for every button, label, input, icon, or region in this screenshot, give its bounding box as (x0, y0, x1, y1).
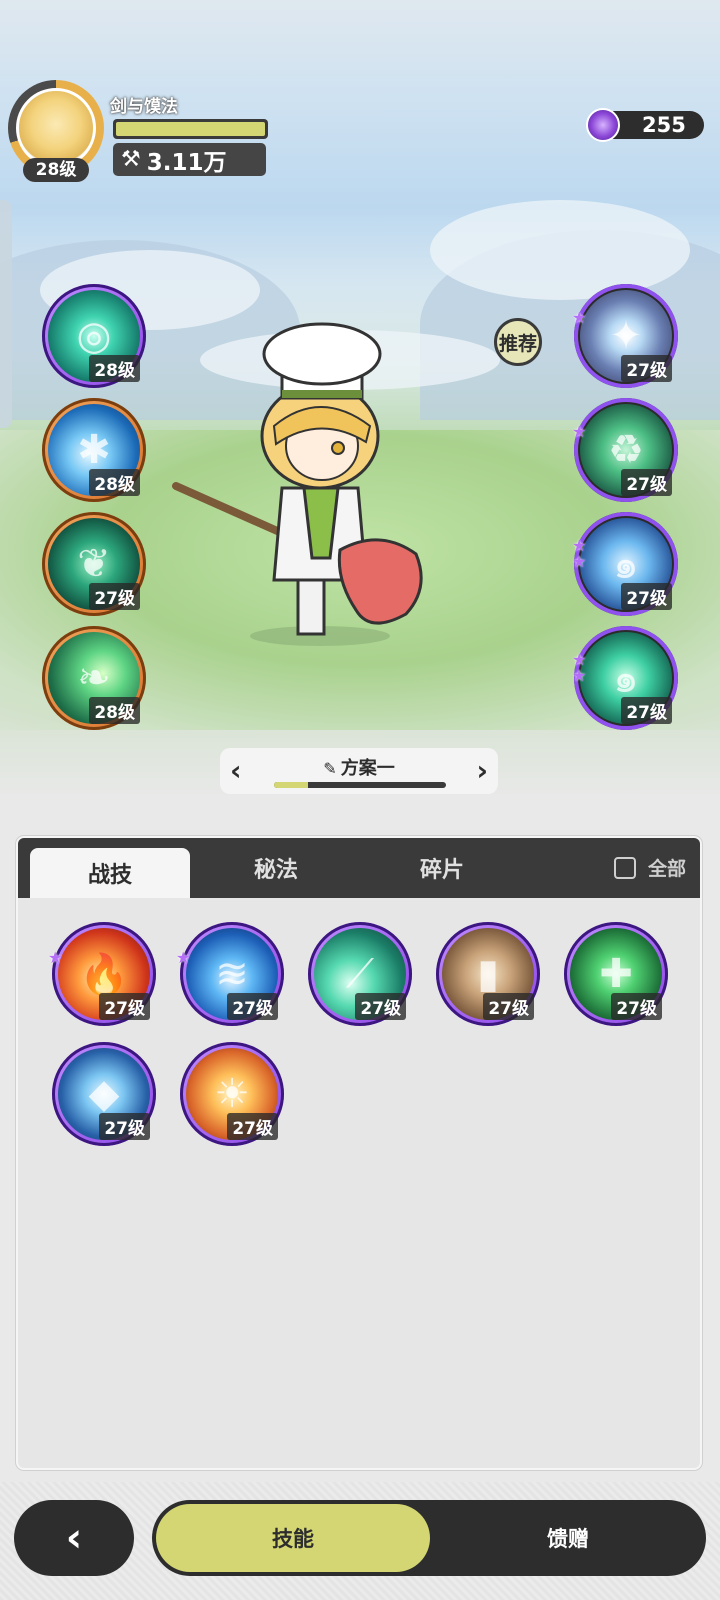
avatar-level-badge: 28级 (23, 158, 89, 182)
tab-secret-arts[interactable]: 秘法 (196, 838, 356, 898)
crossed-tools-icon: ⚒ (121, 147, 141, 172)
tab-shards[interactable]: 碎片 (362, 838, 522, 898)
side-drawer-handle[interactable] (0, 200, 12, 428)
show-all-label: 全部 (647, 858, 686, 880)
rank-star-icon: ★ (572, 308, 587, 327)
skill-level: 27级 (99, 1113, 150, 1140)
combat-power-value: 3.11万 (146, 149, 227, 176)
loadout-name: 方案一 (340, 758, 395, 779)
currency-counter[interactable]: 255 (586, 108, 704, 142)
grid-skill-7[interactable]: ☀ 27级 (180, 1042, 284, 1146)
tab-battle-skills[interactable]: 战技 (30, 848, 190, 898)
chef-character (170, 318, 450, 648)
skill-level: 27级 (483, 993, 534, 1020)
skill-level: 27级 (355, 993, 406, 1020)
equipped-skill-right-1[interactable]: ✦ ★ 27级 (572, 284, 678, 388)
skill-level: 27级 (611, 993, 662, 1020)
player-name: 剑与馍法 (110, 97, 178, 117)
grid-skill-3[interactable]: ⟋ 27级 (308, 922, 412, 1026)
equipped-skill-left-3[interactable]: ❦ 27级 (42, 512, 146, 616)
skill-level: 28级 (89, 469, 140, 496)
checkbox-icon[interactable] (613, 856, 636, 879)
chevron-left-icon: ‹ (65, 1515, 83, 1561)
equipped-skill-right-4[interactable]: ๑ ★ ★ 27级 (572, 626, 678, 730)
skill-level: 27级 (621, 469, 672, 496)
recommend-badge[interactable]: 推荐 (494, 318, 542, 366)
skill-level: 27级 (89, 583, 140, 610)
pencil-icon: ✎ (323, 759, 337, 778)
skill-level: 28级 (89, 697, 140, 724)
avatar-portrait (16, 88, 96, 168)
rank-star-icon: ★ (48, 948, 63, 967)
skill-level: 27级 (99, 993, 150, 1020)
loadout-progress-fill (274, 782, 309, 788)
skill-inventory-panel: 战技 秘法 碎片 全部 🔥 ★ 27级 ≋ ★ 27级 ⟋ 27级 ▮ 27级 … (16, 836, 702, 1470)
rank-star-icon: ★ (572, 552, 587, 571)
loadout-title[interactable]: ✎ 方案一 (220, 754, 498, 780)
skill-level: 27级 (621, 697, 672, 724)
player-avatar[interactable]: 28级 (8, 80, 104, 182)
equipped-skill-left-2[interactable]: ✱ 28级 (42, 398, 146, 502)
grid-skill-1[interactable]: 🔥 ★ 27级 (48, 922, 156, 1026)
grid-skill-6[interactable]: ◆ 27级 (52, 1042, 156, 1146)
currency-value: 255 (642, 113, 686, 137)
experience-bar (113, 119, 268, 139)
rank-star-icon: ★ (572, 422, 587, 441)
equipped-skill-right-3[interactable]: ๑ ★ ★ 27级 (572, 512, 678, 616)
rank-star-icon: ★ (176, 948, 191, 967)
tab-gifts[interactable]: 馈赠 (434, 1504, 702, 1572)
skill-level: 27级 (227, 1113, 278, 1140)
bottom-segmented-control: 技能 馈赠 (152, 1500, 706, 1576)
loadout-progress (274, 782, 446, 788)
grid-skill-2[interactable]: ≋ ★ 27级 (176, 922, 284, 1026)
back-button[interactable]: ‹ (14, 1500, 134, 1576)
equipped-skill-right-2[interactable]: ♻ ★ 27级 (572, 398, 678, 502)
purple-gem-icon (586, 108, 620, 142)
skill-level: 27级 (621, 583, 672, 610)
tab-bar: 战技 秘法 碎片 全部 (18, 838, 700, 898)
rank-star-icon: ★ (572, 666, 587, 685)
chevron-right-icon[interactable]: › (476, 754, 488, 787)
skill-level: 27级 (227, 993, 278, 1020)
skill-level: 27级 (621, 355, 672, 382)
skill-level: 28级 (89, 355, 140, 382)
experience-bar-fill (116, 122, 265, 136)
equipped-skill-left-4[interactable]: ❧ 28级 (42, 626, 146, 730)
grid-skill-5[interactable]: ✚ 27级 (564, 922, 668, 1026)
show-all-toggle[interactable]: 全部 (613, 854, 686, 881)
equipped-skill-left-1[interactable]: ◎ 28级 (42, 284, 146, 388)
grid-skill-4[interactable]: ▮ 27级 (436, 922, 540, 1026)
tab-skills[interactable]: 技能 (156, 1504, 430, 1572)
combat-power: ⚒ 3.11万 (113, 143, 266, 176)
loadout-switcher: ‹ ✎ 方案一 › (220, 748, 498, 794)
